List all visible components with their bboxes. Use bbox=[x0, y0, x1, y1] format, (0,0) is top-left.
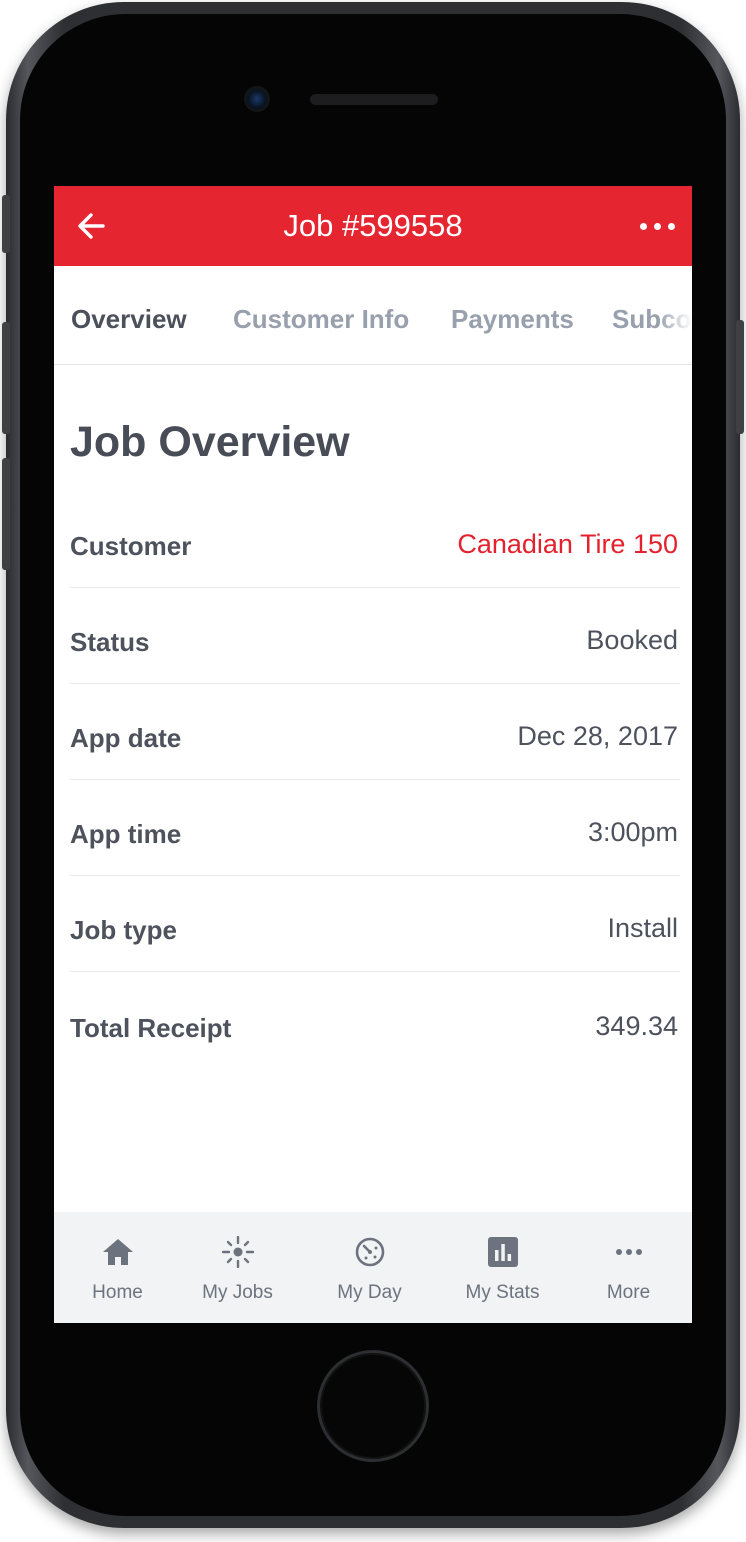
page-header-title: Job #599558 bbox=[283, 208, 463, 243]
detail-row-app-time: App time 3:00pm bbox=[70, 779, 680, 876]
detail-row-job-type: Job type Install bbox=[70, 875, 680, 972]
volume-up-button bbox=[2, 322, 10, 434]
detail-row-customer: Customer Canadian Tire 150 bbox=[70, 491, 680, 588]
nav-label: More bbox=[606, 1282, 651, 1303]
detail-row-app-date: App date Dec 28, 2017 bbox=[70, 683, 680, 780]
nav-label: My Stats bbox=[465, 1282, 540, 1303]
app-bar: Job #599558 bbox=[54, 186, 692, 266]
nav-my-stats[interactable]: My Stats bbox=[439, 1212, 566, 1323]
app-screen: Job #599558 Overview Customer Info Payme… bbox=[54, 186, 692, 1323]
row-value: 349.34 bbox=[595, 1011, 678, 1041]
home-icon bbox=[102, 1239, 133, 1265]
nav-label: My Day bbox=[337, 1282, 402, 1303]
bar-chart-icon bbox=[487, 1237, 518, 1267]
row-label: App time bbox=[70, 819, 182, 849]
clock-icon bbox=[355, 1237, 384, 1267]
row-value: Dec 28, 2017 bbox=[517, 721, 678, 751]
more-horizontal-icon bbox=[615, 1249, 642, 1255]
row-value: Install bbox=[607, 913, 678, 943]
customer-link[interactable]: Canadian Tire 150 bbox=[457, 529, 678, 560]
nav-home[interactable]: Home bbox=[54, 1212, 181, 1323]
row-label: Job type bbox=[70, 915, 177, 945]
nav-label: My Jobs bbox=[202, 1282, 273, 1303]
tab-fade-overlay bbox=[658, 266, 692, 364]
tab-strip: Overview Customer Info Payments Subcontr… bbox=[54, 266, 692, 365]
nav-my-day[interactable]: My Day bbox=[306, 1212, 433, 1323]
nav-more[interactable]: More bbox=[565, 1212, 692, 1323]
detail-row-status: Status Booked bbox=[70, 587, 680, 684]
home-button[interactable] bbox=[317, 1350, 429, 1462]
front-camera bbox=[244, 86, 270, 112]
row-label: App date bbox=[70, 723, 182, 753]
tab-customer-info[interactable]: Customer Info bbox=[233, 304, 409, 335]
mute-switch bbox=[2, 195, 10, 253]
bottom-nav: Home My Jobs My Day My Stats More bbox=[54, 1212, 692, 1323]
row-label: Total Receipt bbox=[70, 1013, 232, 1043]
row-label: Status bbox=[70, 627, 150, 657]
volume-down-button bbox=[2, 458, 10, 570]
nav-my-jobs[interactable]: My Jobs bbox=[174, 1212, 301, 1323]
detail-row-total-receipt: Total Receipt 349.34 bbox=[70, 973, 680, 1069]
earpiece-speaker bbox=[310, 94, 438, 105]
row-label: Customer bbox=[70, 531, 192, 561]
tab-overview[interactable]: Overview bbox=[71, 304, 187, 335]
power-button bbox=[736, 320, 744, 434]
page-title: Job Overview bbox=[70, 418, 350, 466]
more-menu-button[interactable] bbox=[640, 212, 676, 240]
nav-label: Home bbox=[92, 1282, 143, 1303]
row-value: 3:00pm bbox=[587, 817, 678, 847]
tab-payments[interactable]: Payments bbox=[451, 304, 574, 335]
sparkle-icon bbox=[221, 1236, 254, 1268]
row-value: Booked bbox=[586, 625, 678, 655]
